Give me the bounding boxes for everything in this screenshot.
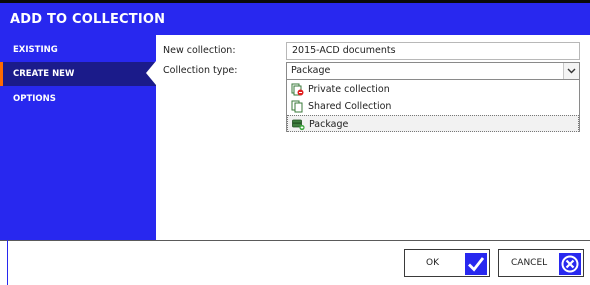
active-item-pointer (146, 61, 156, 85)
dropdown-option-shared-collection[interactable]: Shared Collection (287, 98, 579, 115)
footer-left-edge (7, 240, 8, 285)
sidebar-item-create-new[interactable]: CREATE NEW (0, 62, 156, 86)
ok-button[interactable]: OK (404, 249, 490, 277)
dropdown-option-package[interactable]: Package (287, 115, 579, 132)
sidebar: EXISTING CREATE NEW OPTIONS (0, 35, 156, 240)
collection-type-dropdown: Private collection Shared Collection Pac… (286, 80, 580, 132)
sidebar-item-existing[interactable]: EXISTING (0, 38, 156, 62)
new-collection-value: 2015-ACD documents (292, 45, 396, 56)
cancel-button[interactable]: CANCEL (498, 249, 584, 277)
cancel-button-label: CANCEL (511, 258, 548, 268)
dialog-title: ADD TO COLLECTION (10, 12, 166, 27)
new-collection-label: New collection: (163, 45, 236, 56)
ok-button-label: OK (426, 258, 439, 268)
dropdown-option-label: Package (309, 119, 349, 130)
checkmark-icon (465, 253, 487, 275)
collection-type-select[interactable]: Package (286, 62, 580, 80)
dropdown-option-private-collection[interactable]: Private collection (287, 81, 579, 98)
collection-type-label: Collection type: (163, 65, 238, 76)
shared-collection-icon (291, 100, 304, 113)
dropdown-option-label: Private collection (308, 84, 390, 95)
sidebar-item-options[interactable]: OPTIONS (0, 87, 156, 111)
collection-type-value: Package (291, 65, 331, 76)
private-collection-icon (291, 83, 304, 96)
chevron-down-icon[interactable] (563, 63, 579, 79)
sidebar-item-label: CREATE NEW (13, 69, 75, 79)
close-icon (559, 253, 581, 275)
package-icon (292, 118, 305, 131)
sidebar-item-label: OPTIONS (13, 94, 56, 104)
sidebar-item-label: EXISTING (13, 45, 58, 55)
dropdown-option-label: Shared Collection (308, 101, 392, 112)
footer-divider (0, 240, 590, 241)
dialog-title-bar: ADD TO COLLECTION (0, 3, 590, 35)
new-collection-input[interactable]: 2015-ACD documents (286, 42, 580, 60)
